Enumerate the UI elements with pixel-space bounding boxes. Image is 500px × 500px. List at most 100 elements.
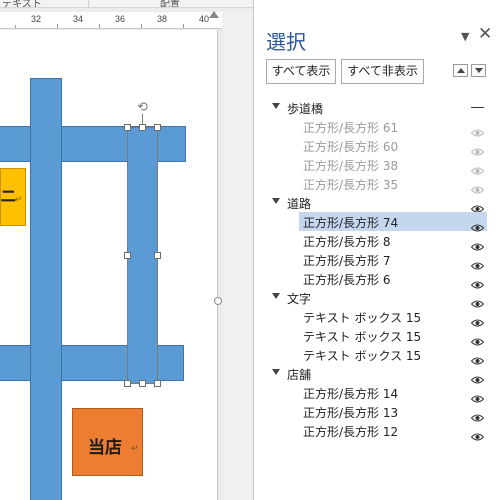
eye-icon[interactable]	[470, 198, 485, 213]
tree-item-label: 正方形/長方形 14	[303, 387, 399, 401]
tree-group-label: 歩道橋	[287, 102, 324, 116]
eye-icon[interactable]	[470, 331, 485, 346]
tree-item[interactable]: 正方形/長方形 8	[254, 231, 500, 251]
tree-item[interactable]: 正方形/長方形 12	[254, 421, 500, 441]
resize-handle-right[interactable]	[154, 252, 161, 259]
ruler-tick	[99, 24, 100, 28]
collapse-arrow-icon[interactable]	[272, 293, 280, 299]
tree-item[interactable]: 正方形/長方形 60	[254, 136, 500, 156]
tree-item[interactable]: 正方形/長方形 38	[254, 155, 500, 175]
ribbon-group-labels: テキスト 配置	[0, 0, 253, 8]
tree-item[interactable]: 正方形/長方形 6	[254, 269, 500, 289]
tree-item[interactable]: 正方形/長方形 35	[254, 174, 500, 194]
tree-item-label: 正方形/長方形 38	[303, 159, 399, 173]
eye-icon[interactable]	[470, 141, 485, 156]
tree-item-label: 正方形/長方形 74	[303, 216, 399, 230]
paragraph-mark: ↵	[131, 444, 139, 454]
collapse-arrow-icon[interactable]	[272, 103, 280, 109]
our-store-label: 当店	[88, 438, 122, 458]
hide-all-button[interactable]: すべて非表示	[341, 59, 424, 84]
bring-forward-button[interactable]	[453, 64, 468, 77]
eye-icon[interactable]	[470, 179, 485, 194]
eye-icon[interactable]	[470, 426, 485, 441]
collapse-arrow-icon[interactable]	[272, 369, 280, 375]
resize-handle-left[interactable]	[124, 252, 131, 259]
tree-item-label: 正方形/長方形 7	[303, 254, 391, 268]
tree-group-label: 文字	[287, 292, 312, 306]
resize-handle-bottom[interactable]	[139, 380, 146, 387]
resize-handle-top[interactable]	[139, 124, 146, 131]
tree-item[interactable]: テキスト ボックス 15	[254, 326, 500, 346]
tree-item-label: 正方形/長方形 13	[303, 406, 399, 420]
tree-item[interactable]: テキスト ボックス 15	[254, 345, 500, 365]
tree-group[interactable]: 歩道橋	[254, 98, 500, 117]
ruler-tick-label: 32	[30, 14, 42, 24]
eye-icon[interactable]	[470, 407, 485, 422]
ruler-tick-label: 40	[198, 14, 210, 24]
close-icon[interactable]: ✕	[478, 24, 492, 44]
eye-icon[interactable]	[470, 217, 485, 232]
eye-icon[interactable]	[470, 236, 485, 251]
tree-item[interactable]: 正方形/長方形 61	[254, 117, 500, 137]
ruler-tick-label: 36	[114, 14, 126, 24]
ruler-tick	[57, 24, 58, 28]
eye-icon[interactable]	[470, 312, 485, 327]
ruler-tick-label: 38	[156, 14, 168, 24]
tree-item-label: テキスト ボックス 15	[303, 349, 422, 363]
road-vertical-left[interactable]	[30, 78, 62, 500]
eye-icon[interactable]	[470, 122, 485, 137]
tree-group[interactable]: 店舗	[254, 364, 500, 384]
tree-item-label: テキスト ボックス 15	[303, 330, 422, 344]
ribbon-group-arrange: 配置	[160, 0, 180, 8]
tree-item-label: テキスト ボックス 15	[303, 311, 422, 325]
dropdown-triangle-icon[interactable]: ▼	[461, 30, 469, 43]
ruler-tick	[15, 25, 16, 28]
word-window: テキスト 配置 32 34 36 38 40 ニ ↵ 当店 ↵ ⟲ 選択 ▼ ✕…	[0, 0, 500, 500]
collapse-arrow-icon[interactable]	[272, 198, 280, 204]
triangle-down-icon	[475, 68, 483, 73]
resize-handle-top-right[interactable]	[154, 124, 161, 131]
eye-icon[interactable]	[470, 274, 485, 289]
ruler-tick	[141, 24, 142, 28]
rotate-handle-icon[interactable]: ⟲	[136, 101, 149, 114]
tree-item[interactable]: 正方形/長方形 74	[254, 212, 500, 232]
document-area: テキスト 配置 32 34 36 38 40 ニ ↵ 当店 ↵ ⟲	[0, 0, 253, 500]
eye-icon[interactable]	[470, 293, 485, 308]
tree-group[interactable]: 文字	[254, 288, 500, 308]
eye-icon[interactable]	[470, 369, 485, 384]
page-resize-handle[interactable]	[214, 297, 222, 305]
document-gutter	[222, 12, 253, 500]
resize-handle-top-left[interactable]	[124, 124, 131, 131]
ruler-tick	[183, 24, 184, 28]
selection-pane: 選択 ▼ ✕ すべて表示 すべて非表示 歩道橋正方形/長方形 61 正方形/長方形…	[253, 0, 500, 500]
tree-item[interactable]: 正方形/長方形 7	[254, 250, 500, 270]
eye-icon[interactable]	[470, 255, 485, 270]
road-horizontal-top[interactable]	[0, 126, 186, 162]
ruler-tick-label: 34	[72, 14, 84, 24]
ruler-indent-marker[interactable]	[209, 11, 219, 18]
eye-icon[interactable]	[470, 350, 485, 365]
tree-group-label: 道路	[287, 197, 312, 211]
tree-item-label: 正方形/長方形 61	[303, 121, 399, 135]
ribbon-separator	[88, 0, 89, 7]
tree-item-label: 正方形/長方形 60	[303, 140, 399, 154]
resize-handle-bottom-right[interactable]	[154, 380, 161, 387]
tree-item[interactable]: テキスト ボックス 15	[254, 307, 500, 327]
triangle-up-icon	[457, 68, 465, 73]
hidden-dash-icon[interactable]	[471, 107, 484, 108]
send-backward-button[interactable]	[471, 64, 486, 77]
eye-icon[interactable]	[470, 160, 485, 175]
eye-icon[interactable]	[470, 388, 485, 403]
tree-group-label: 店舗	[287, 368, 312, 382]
tree-item-label: 正方形/長方形 8	[303, 235, 391, 249]
resize-handle-bottom-left[interactable]	[124, 380, 131, 387]
horizontal-ruler[interactable]: 32 34 36 38 40	[0, 12, 222, 29]
tree-group[interactable]: 道路	[254, 193, 500, 213]
tree-item-label: 正方形/長方形 35	[303, 178, 399, 192]
show-all-button[interactable]: すべて表示	[266, 59, 336, 84]
selection-tree: 歩道橋正方形/長方形 61 正方形/長方形 60 正方形/長方形 38 正方形/長方形…	[254, 98, 500, 441]
pane-title: 選択	[266, 30, 306, 54]
tree-item[interactable]: 正方形/長方形 14	[254, 383, 500, 403]
tree-item[interactable]: 正方形/長方形 13	[254, 402, 500, 422]
ribbon-group-text: テキスト	[2, 0, 42, 8]
